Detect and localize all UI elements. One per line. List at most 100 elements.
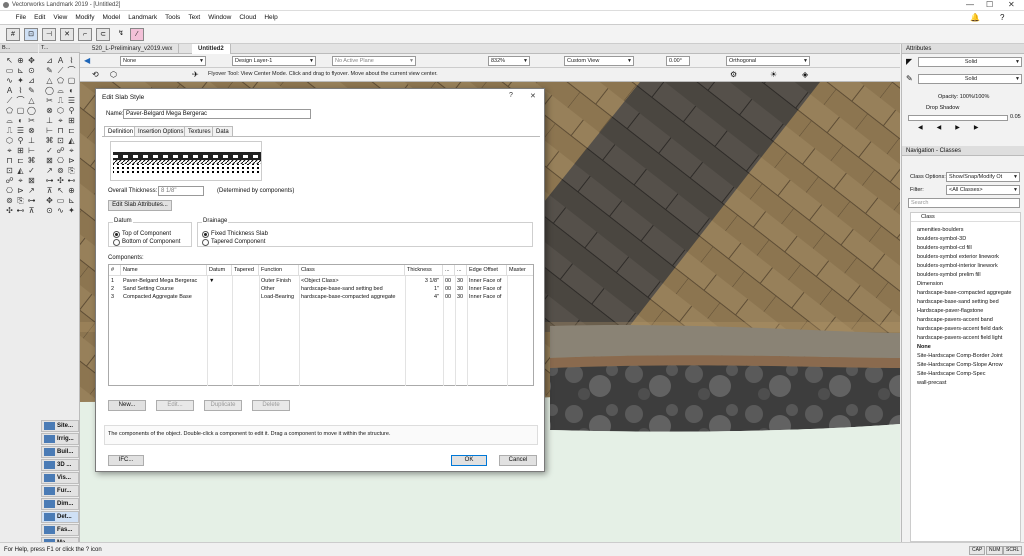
detailing-tool-icon[interactable]: ⊚ xyxy=(55,166,66,176)
detailing-tool-icon[interactable]: ☍ xyxy=(55,146,66,156)
menu-landmark[interactable]: Landmark xyxy=(124,11,161,21)
detailing-tool-icon[interactable]: ⌘ xyxy=(44,136,55,146)
snap-object-icon[interactable]: ⊡ xyxy=(24,28,38,41)
edit-component-button[interactable]: Edit... xyxy=(156,400,194,411)
render-mode-icon[interactable]: ⚙ xyxy=(730,70,737,79)
basic-tool-icon[interactable]: ⊥ xyxy=(26,136,37,146)
detailing-tool-icon[interactable]: ⌖ xyxy=(66,146,77,156)
detailing-tool-icon[interactable]: ◐ xyxy=(66,86,77,96)
detailing-tool-icon[interactable]: ⊓ xyxy=(55,126,66,136)
delete-component-button[interactable]: Delete xyxy=(252,400,290,411)
class-list-item[interactable]: amenities-boulders xyxy=(917,227,963,233)
basic-tool-icon[interactable]: ↖ xyxy=(4,56,15,66)
zoom-field[interactable]: 832% ▼ xyxy=(488,56,530,66)
class-options-dropdown[interactable]: Show/Snap/Modify Ot ▼ xyxy=(946,172,1020,182)
col-master[interactable]: Master xyxy=(507,265,533,276)
menu-tools[interactable]: Tools xyxy=(161,11,184,21)
detailing-tool-icon[interactable]: ⊞ xyxy=(66,116,77,126)
basic-tool-icon[interactable]: ⊚ xyxy=(4,196,15,206)
detailing-tool-icon[interactable]: ⎘ xyxy=(66,166,77,176)
toolset-building[interactable]: Buil... xyxy=(41,446,79,458)
layer-dropdown[interactable]: Design Layer-1 ▼ xyxy=(232,56,316,66)
view-dropdown[interactable]: Custom View ▼ xyxy=(564,56,634,66)
basic-tool-icon[interactable]: ⎍ xyxy=(4,126,15,136)
detailing-tool-icon[interactable]: ⊙ xyxy=(44,206,55,216)
toolset-site[interactable]: Site... xyxy=(41,420,79,432)
toolset-irrigation[interactable]: Irrig... xyxy=(41,433,79,445)
detailing-tool-icon[interactable]: ⊥ xyxy=(44,116,55,126)
class-list-item[interactable]: hardscape-pavers-accent field light xyxy=(917,335,1002,341)
detailing-tool-icon[interactable]: ⊷ xyxy=(66,176,77,186)
detailing-tool-icon[interactable]: ✎ xyxy=(44,66,55,76)
detailing-tool-icon[interactable]: ⌒ xyxy=(66,66,77,76)
detailing-tool-icon[interactable]: ∿ xyxy=(55,206,66,216)
detailing-tool-icon[interactable]: ⟋ xyxy=(55,66,66,76)
basic-tool-icon[interactable]: ✥ xyxy=(26,56,37,66)
basic-tool-icon[interactable]: ⌓ xyxy=(4,116,15,126)
basic-tool-icon[interactable]: ✣ xyxy=(4,206,15,216)
line-weight-slider[interactable] xyxy=(908,115,1008,121)
class-list-item[interactable]: Site-Hardscape Comp-Slope Arrow xyxy=(917,362,1003,368)
snap-point-icon[interactable]: ↯ xyxy=(114,28,128,41)
pen-style-dropdown[interactable]: Solid ▼ xyxy=(918,74,1022,84)
basic-tool-icon[interactable]: ⎘ xyxy=(15,196,26,206)
ok-button[interactable]: OK xyxy=(451,455,487,466)
detailing-tool-icon[interactable]: ⊿ xyxy=(44,56,55,66)
duplicate-component-button[interactable]: Duplicate xyxy=(204,400,242,411)
projection-dropdown[interactable]: Orthogonal ▼ xyxy=(726,56,810,66)
class-list-item[interactable]: boulders-symbol-3D xyxy=(917,236,966,242)
snap-distance-icon[interactable]: ⌐ xyxy=(78,28,92,41)
cancel-button[interactable]: Cancel xyxy=(499,455,537,466)
basic-tool-icon[interactable]: ⌘ xyxy=(26,156,37,166)
detailing-tool-icon[interactable]: ⌇ xyxy=(66,56,77,66)
toolset-3d[interactable]: 3D ... xyxy=(41,459,79,471)
menu-view[interactable]: View xyxy=(49,11,71,21)
plane-dropdown[interactable]: No Active Plane ▼ xyxy=(332,56,416,66)
tab-insertion-options[interactable]: Insertion Options xyxy=(134,126,188,136)
filter-dropdown[interactable]: <All Classes> ▼ xyxy=(946,185,1020,195)
class-list-item[interactable]: Site-Hardscape Comp-Border Joint xyxy=(917,353,1003,359)
help-icon[interactable]: ? xyxy=(1000,13,1004,22)
arrowhead-controls[interactable]: ◀◀▶▶ xyxy=(918,124,992,131)
class-dropdown[interactable]: None ▼ xyxy=(120,56,206,66)
detailing-tool-icon[interactable]: ✣ xyxy=(55,176,66,186)
snap-tangent-icon[interactable]: ⊂ xyxy=(96,28,110,41)
maximize-button[interactable]: ☐ xyxy=(986,0,993,9)
col-extra-2[interactable]: ... xyxy=(455,265,467,276)
detailing-tool-icon[interactable]: ⊠ xyxy=(44,156,55,166)
new-component-button[interactable]: New... xyxy=(108,400,146,411)
basic-tool-icon[interactable]: ⊏ xyxy=(15,156,26,166)
basic-tool-icon[interactable]: △ xyxy=(26,96,37,106)
class-list-item[interactable]: hardscape-pavers-accent field dark xyxy=(917,326,1003,332)
snap-angle-icon[interactable]: ⊣ xyxy=(42,28,56,41)
basic-tool-icon[interactable]: ⊠ xyxy=(26,176,37,186)
detailing-tool-icon[interactable]: ◭ xyxy=(66,136,77,146)
class-list-item[interactable]: hardscape-base-sand setting bed xyxy=(917,299,999,305)
flyover-mode-icon[interactable]: ⟲ xyxy=(92,70,99,79)
toolset-fasteners[interactable]: Fas... xyxy=(41,524,79,536)
detailing-tool-icon[interactable]: ⚲ xyxy=(66,106,77,116)
menu-window[interactable]: Window xyxy=(204,11,235,21)
rotation-field[interactable]: 0.00° xyxy=(666,56,690,66)
class-list-item[interactable]: Dimension xyxy=(917,281,943,287)
basic-tool-icon[interactable]: ⊕ xyxy=(15,56,26,66)
basic-tool-icon[interactable]: ↗ xyxy=(26,186,37,196)
basic-tool-icon[interactable]: ✎ xyxy=(26,86,37,96)
toolset-visualization[interactable]: Vis... xyxy=(41,472,79,484)
toolset-dimension[interactable]: Dim... xyxy=(41,498,79,510)
class-list-item[interactable]: None xyxy=(917,344,931,350)
detailing-tool-icon[interactable]: ⊳ xyxy=(66,156,77,166)
detailing-tool-icon[interactable]: ⌓ xyxy=(55,86,66,96)
tab-document-2[interactable]: Untitled2 xyxy=(192,44,231,54)
col-class[interactable]: Class xyxy=(299,265,405,276)
class-list-item[interactable]: wall-precast xyxy=(917,380,946,386)
basic-tool-icon[interactable]: ⊓ xyxy=(4,156,15,166)
col-tapered[interactable]: Tapered xyxy=(232,265,259,276)
basic-tool-icon[interactable]: ⊷ xyxy=(15,206,26,216)
basic-tool-icon[interactable]: ⊞ xyxy=(15,146,26,156)
basic-tool-icon[interactable]: ◭ xyxy=(15,166,26,176)
tapered-component-radio[interactable]: Tapered Component xyxy=(202,238,265,246)
snap-intersection-icon[interactable]: ✕ xyxy=(60,28,74,41)
basic-tool-icon[interactable]: ⊳ xyxy=(15,186,26,196)
detailing-tool-icon[interactable]: ⊏ xyxy=(66,126,77,136)
